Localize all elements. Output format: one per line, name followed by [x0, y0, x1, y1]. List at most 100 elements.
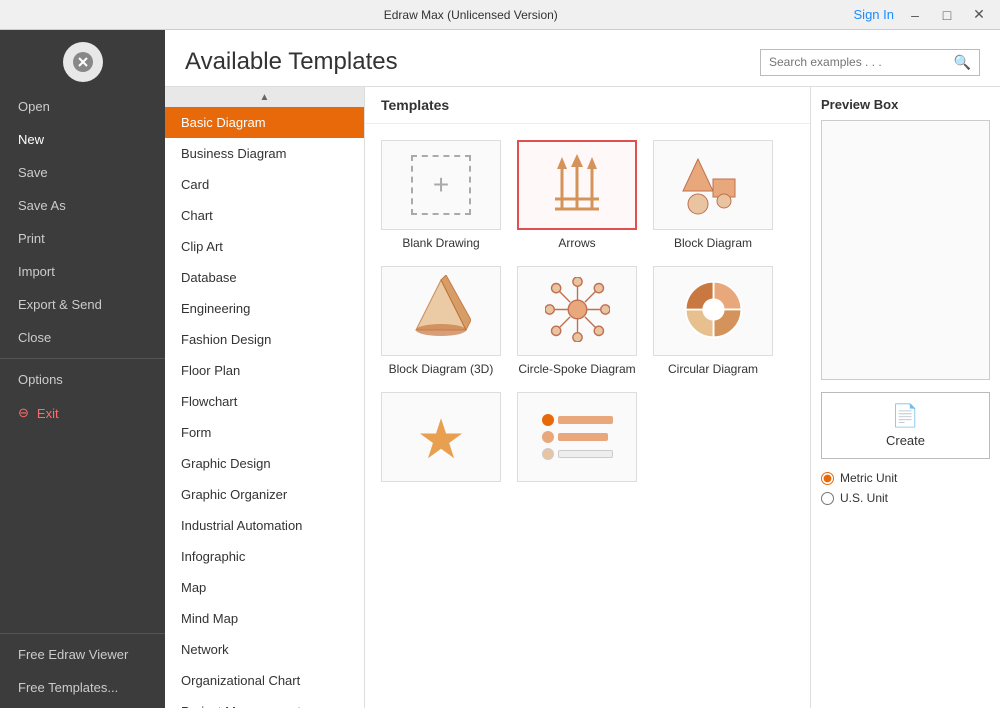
category-label-engineering: Engineering: [181, 301, 250, 316]
unit-us-radio[interactable]: [821, 492, 834, 505]
unit-metric-label: Metric Unit: [840, 471, 897, 485]
template-label-circular-diagram: Circular Diagram: [668, 362, 758, 376]
page-title: Available Templates: [185, 48, 398, 76]
template-label-arrows: Arrows: [558, 236, 595, 250]
list-line-2: [558, 433, 608, 441]
sidebar-label-open: Open: [18, 99, 50, 114]
category-item-map[interactable]: Map: [165, 572, 364, 603]
unit-options: Metric Unit U.S. Unit: [821, 471, 990, 505]
search-icon: 🔍: [954, 54, 971, 71]
minimize-button[interactable]: –: [902, 5, 928, 25]
templates-panel-header: Templates: [365, 87, 810, 124]
sidebar-item-exit[interactable]: ⊖ Exit: [0, 396, 165, 430]
category-item-basic-diagram[interactable]: ➤ Basic Diagram: [165, 107, 364, 138]
preview-box: [821, 120, 990, 380]
category-item-clip-art[interactable]: Clip Art: [165, 231, 364, 262]
template-thumb-circle-spoke: [517, 266, 637, 356]
category-label-floor-plan: Floor Plan: [181, 363, 240, 378]
sidebar-item-export[interactable]: Export & Send: [0, 288, 165, 321]
create-button[interactable]: 📄 Create: [821, 392, 990, 459]
circle-spoke-icon: [545, 277, 610, 345]
sign-in-link[interactable]: Sign In: [854, 7, 894, 22]
sidebar-item-import[interactable]: Import: [0, 255, 165, 288]
category-item-floor-plan[interactable]: Floor Plan: [165, 355, 364, 386]
category-item-flowchart[interactable]: Flowchart: [165, 386, 364, 417]
search-box[interactable]: 🔍: [760, 49, 980, 76]
template-card-star[interactable]: ★: [381, 392, 501, 488]
unit-metric-radio[interactable]: [821, 472, 834, 485]
list-dot-2: [542, 431, 554, 443]
category-item-industrial-automation[interactable]: Industrial Automation: [165, 510, 364, 541]
unit-metric-option[interactable]: Metric Unit: [821, 471, 990, 485]
category-label-project-management: Project Management: [181, 704, 301, 708]
template-card-list[interactable]: [517, 392, 637, 488]
unit-us-option[interactable]: U.S. Unit: [821, 491, 990, 505]
create-icon: 📄: [892, 403, 919, 429]
category-item-fashion-design[interactable]: Fashion Design: [165, 324, 364, 355]
category-item-mind-map[interactable]: Mind Map: [165, 603, 364, 634]
blank-drawing-icon: +: [411, 155, 471, 215]
block-diagram-3d-icon: [411, 275, 471, 348]
sidebar-label-close: Close: [18, 330, 51, 345]
category-item-chart[interactable]: Chart: [165, 200, 364, 231]
category-item-card[interactable]: Card: [165, 169, 364, 200]
category-item-form[interactable]: Form: [165, 417, 364, 448]
titlebar: Edraw Max (Unlicensed Version) Sign In –…: [0, 0, 1000, 30]
category-item-network[interactable]: Network: [165, 634, 364, 665]
category-item-project-management[interactable]: Project Management: [165, 696, 364, 708]
sidebar-item-new[interactable]: New: [0, 123, 165, 156]
sidebar-label-options: Options: [18, 372, 63, 387]
category-item-business-diagram[interactable]: Business Diagram: [165, 138, 364, 169]
template-card-block-diagram[interactable]: Block Diagram: [653, 140, 773, 250]
category-label-industrial-automation: Industrial Automation: [181, 518, 302, 533]
sidebar-item-close[interactable]: Close: [0, 321, 165, 354]
category-list: ▲ ➤ Basic Diagram Business Diagram Card …: [165, 87, 365, 708]
template-card-block-diagram-3d[interactable]: Block Diagram (3D): [381, 266, 501, 376]
sidebar-label-import: Import: [18, 264, 55, 279]
category-label-org-chart: Organizational Chart: [181, 673, 300, 688]
category-item-graphic-organizer[interactable]: Graphic Organizer: [165, 479, 364, 510]
category-item-engineering[interactable]: Engineering: [165, 293, 364, 324]
sidebar-item-options[interactable]: Options: [0, 363, 165, 396]
sidebar-item-print[interactable]: Print: [0, 222, 165, 255]
template-label-block-diagram: Block Diagram: [674, 236, 752, 250]
category-label-fashion-design: Fashion Design: [181, 332, 271, 347]
content-area: Available Templates 🔍 ▲ ➤ Basic Diagram …: [165, 30, 1000, 708]
maximize-button[interactable]: □: [934, 5, 960, 25]
sidebar-item-save-as[interactable]: Save As: [0, 189, 165, 222]
category-label-basic-diagram: Basic Diagram: [181, 115, 266, 130]
sidebar-label-new: New: [18, 132, 44, 147]
split-panel: ▲ ➤ Basic Diagram Business Diagram Card …: [165, 86, 1000, 708]
template-card-arrows[interactable]: Arrows: [517, 140, 637, 250]
sidebar-footer: Free Edraw Viewer Free Templates...: [0, 633, 165, 708]
sidebar-item-open[interactable]: Open: [0, 90, 165, 123]
category-label-flowchart: Flowchart: [181, 394, 237, 409]
category-item-org-chart[interactable]: Organizational Chart: [165, 665, 364, 696]
scroll-up-button[interactable]: ▲: [165, 87, 364, 107]
category-item-graphic-design[interactable]: Graphic Design: [165, 448, 364, 479]
list-line-3: [558, 450, 613, 458]
template-thumb-circular-diagram: [653, 266, 773, 356]
template-card-circular-diagram[interactable]: Circular Diagram: [653, 266, 773, 376]
template-label-block-diagram-3d: Block Diagram (3D): [389, 362, 494, 376]
arrows-icon: [547, 149, 607, 222]
templates-grid: + ➤ Blank Drawing: [365, 124, 810, 504]
template-card-blank-drawing[interactable]: + ➤ Blank Drawing: [381, 140, 501, 250]
sidebar-item-free-viewer[interactable]: Free Edraw Viewer: [0, 638, 165, 671]
list-row-3: [542, 448, 613, 460]
sidebar-item-save[interactable]: Save: [0, 156, 165, 189]
template-card-circle-spoke[interactable]: Circle-Spoke Diagram: [517, 266, 637, 376]
category-label-clip-art: Clip Art: [181, 239, 223, 254]
category-label-business-diagram: Business Diagram: [181, 146, 287, 161]
close-button[interactable]: ✕: [966, 5, 992, 25]
sidebar-item-free-templates[interactable]: Free Templates...: [0, 671, 165, 704]
star-icon: ★: [416, 412, 465, 467]
template-thumb-block-diagram-3d: [381, 266, 501, 356]
sidebar-label-save-as: Save As: [18, 198, 66, 213]
category-item-database[interactable]: Database: [165, 262, 364, 293]
list-dot-3: [542, 448, 554, 460]
search-input[interactable]: [769, 55, 948, 69]
template-label-circle-spoke: Circle-Spoke Diagram: [518, 362, 635, 376]
sidebar-label-print: Print: [18, 231, 45, 246]
category-item-infographic[interactable]: Infographic: [165, 541, 364, 572]
